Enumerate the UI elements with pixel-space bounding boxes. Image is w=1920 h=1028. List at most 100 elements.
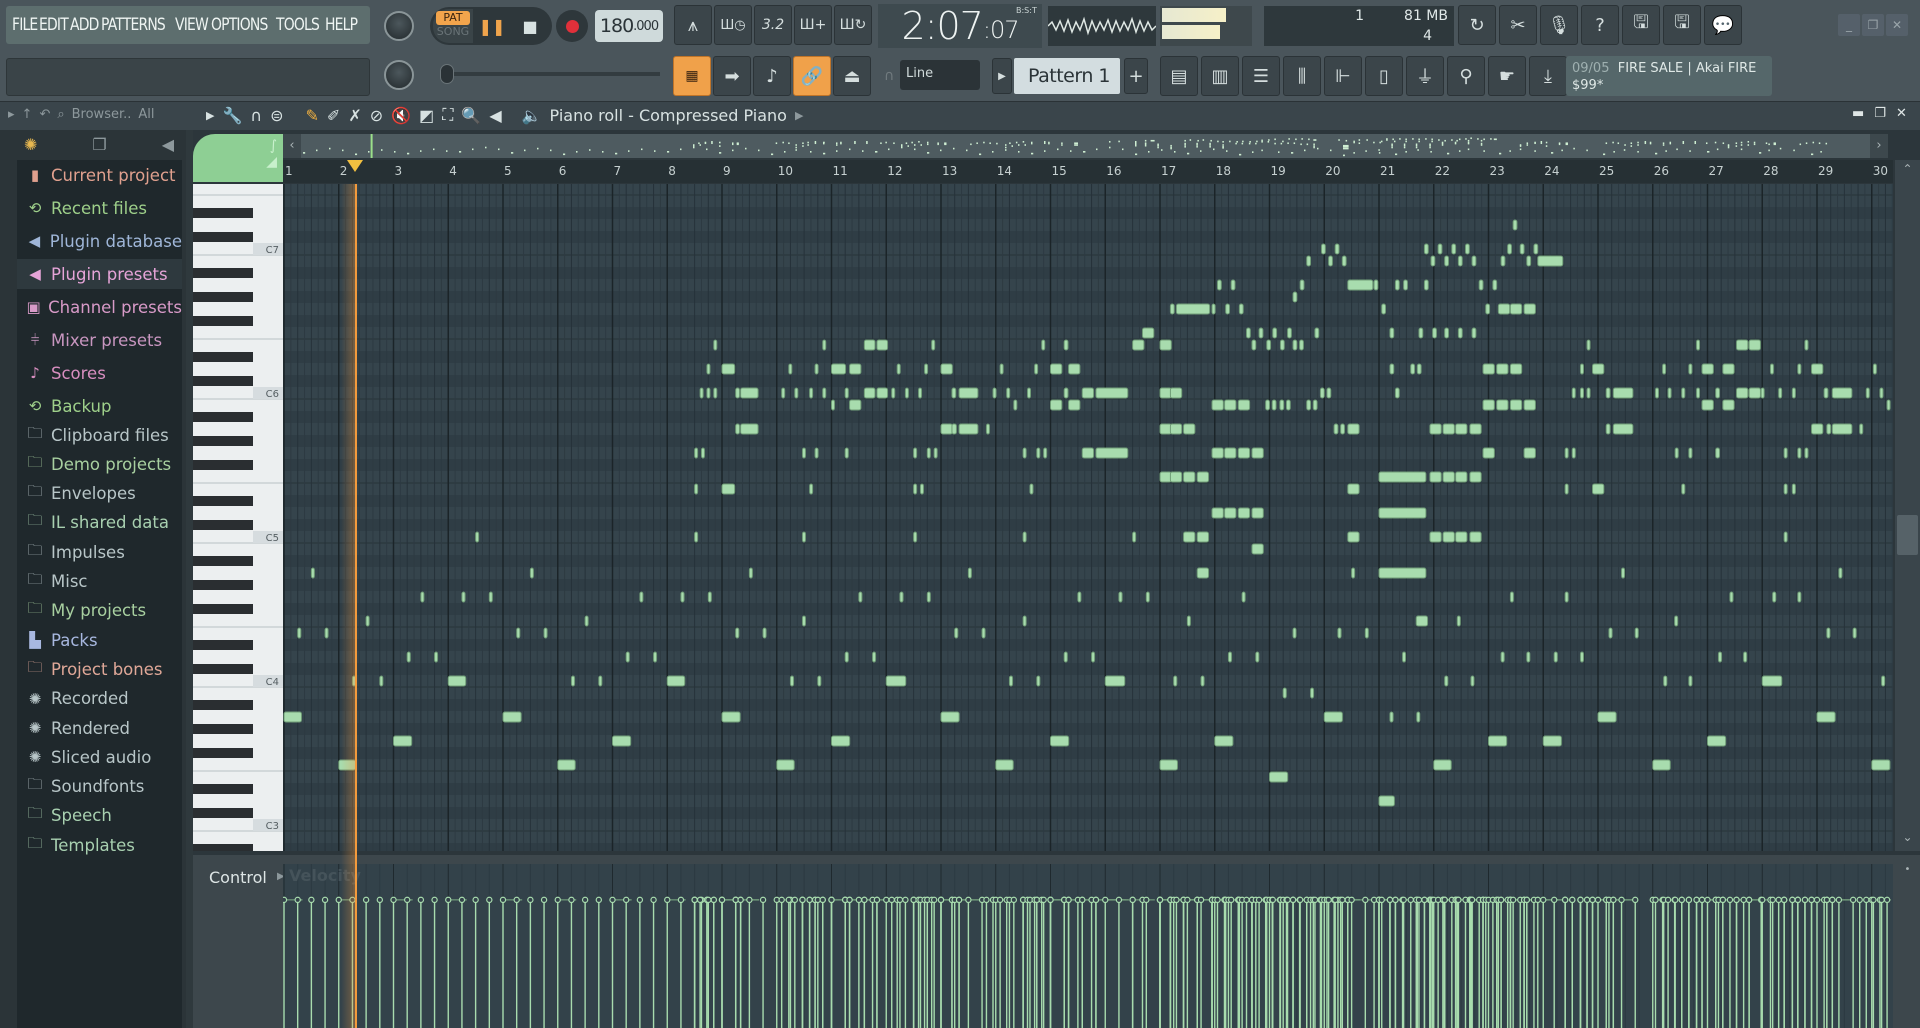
bar-number[interactable]: 15	[1052, 164, 1067, 178]
add-pattern-button[interactable]: +	[1124, 58, 1148, 94]
browser-item[interactable]: ♪ Scores	[17, 358, 182, 388]
menu-tools[interactable]: TOOLS	[276, 15, 320, 35]
piano-keyboard[interactable]: C7 C6 C5 C4 C3	[193, 184, 283, 851]
wait-for-input-button[interactable]: Ш◷	[714, 5, 752, 45]
bar-number[interactable]: 9	[723, 164, 731, 178]
menu-options[interactable]: OPTIONS	[211, 15, 268, 35]
browser-item[interactable]: ◀ Plugin database	[17, 226, 182, 256]
step-edit-button[interactable]: ➡	[713, 56, 751, 96]
velocity-lane[interactable]: Velocity	[283, 864, 1893, 1028]
snap-dropdown[interactable]: Line	[900, 60, 980, 90]
browser-filter[interactable]: All	[138, 107, 154, 122]
piano-roll-button[interactable]: ▥	[1201, 56, 1239, 96]
browser-item[interactable]: ▣ Channel presets	[17, 292, 182, 322]
menu-file[interactable]: FILE	[12, 15, 38, 35]
bar-number[interactable]: 28	[1763, 164, 1778, 178]
blend-notes-button[interactable]: Ш+	[794, 5, 832, 45]
select-icon[interactable]: ⛶	[442, 105, 453, 125]
plug-icon[interactable]: ◀	[162, 135, 174, 154]
chat-button[interactable]: 💬	[1704, 5, 1742, 45]
bar-number[interactable]: 16	[1106, 164, 1121, 178]
bar-number[interactable]: 22	[1435, 164, 1450, 178]
control-label[interactable]: Control	[209, 868, 267, 887]
browser-item[interactable]: ▙ Packs	[17, 625, 182, 655]
plugin-picker-button[interactable]: ⏚	[1406, 56, 1444, 96]
scroll-down-button[interactable]: ⌄	[1898, 830, 1917, 848]
tempo-display[interactable]: 180.000	[595, 10, 663, 42]
pattern-prev-button[interactable]: ▶	[992, 58, 1012, 94]
multilink-button[interactable]: 🔗	[793, 56, 831, 96]
bar-number[interactable]: 20	[1325, 164, 1340, 178]
close-button[interactable]: ✕	[1886, 14, 1908, 36]
stop-button[interactable]: ■	[511, 9, 549, 43]
bar-number[interactable]: 19	[1271, 164, 1286, 178]
master-volume-knob[interactable]	[384, 11, 414, 41]
bar-number[interactable]: 30	[1873, 164, 1888, 178]
bar-number[interactable]: 24	[1544, 164, 1559, 178]
browser-item[interactable]: ◀ Plugin presets	[17, 259, 182, 289]
panel-splitter[interactable]	[186, 130, 193, 1028]
project-info-button[interactable]: ▯	[1365, 56, 1403, 96]
bar-number[interactable]: 13	[942, 164, 957, 178]
bar-number[interactable]: 1	[285, 164, 293, 178]
restore-button[interactable]: ❐	[1862, 14, 1884, 36]
bar-number[interactable]: 10	[778, 164, 793, 178]
browser-item[interactable]: 🗀 Soundfonts	[17, 772, 182, 802]
bar-number[interactable]: 21	[1380, 164, 1395, 178]
curve-icon[interactable]: ∫	[193, 134, 277, 154]
bar-number[interactable]: 14	[997, 164, 1012, 178]
wrench-icon[interactable]: 🔧	[222, 106, 242, 125]
browser-item[interactable]: ✺ Recorded	[17, 684, 182, 714]
browser-item[interactable]: 🗀 Envelopes	[17, 479, 182, 509]
metronome-button[interactable]: ⩚	[674, 5, 712, 45]
bar-number[interactable]: 27	[1709, 164, 1724, 178]
bar-number[interactable]: 18	[1216, 164, 1231, 178]
browser-item[interactable]: ✺ Rendered	[17, 713, 182, 743]
browser-item[interactable]: ⟲ Recent files	[17, 193, 182, 223]
playhead-marker[interactable]	[347, 160, 364, 172]
menu-help[interactable]: HELP	[325, 15, 358, 35]
export-button[interactable]: 🖫	[1663, 5, 1701, 45]
browser-menu-arrow[interactable]: ▸	[8, 107, 15, 122]
browser-item[interactable]: ⟲ Backup	[17, 391, 182, 421]
song-mode[interactable]: SONG	[433, 25, 473, 39]
bar-number[interactable]: 11	[833, 164, 848, 178]
undo-button[interactable]: ↻	[1458, 5, 1496, 45]
vertical-scrollbar[interactable]: ⌃ ⌄	[1895, 160, 1920, 851]
overview-strip[interactable]: ‹ ›	[283, 134, 1888, 158]
record-audio-button[interactable]: 🎙	[1540, 5, 1578, 45]
menu-view[interactable]: VIEW	[175, 15, 209, 35]
up-arrow-icon[interactable]: ↑	[22, 107, 33, 122]
pattern-selector[interactable]: Pattern 1	[1014, 58, 1120, 94]
magnet-icon[interactable]: ∩	[250, 106, 262, 125]
menu-add[interactable]: ADD	[70, 15, 99, 35]
controller-button[interactable]: ⏏	[833, 56, 871, 96]
scroll-left-button[interactable]: ‹	[283, 134, 301, 158]
slide-button[interactable]: ♪	[753, 56, 791, 96]
pencil-icon[interactable]: ✎	[306, 106, 319, 125]
channel-rack-button[interactable]: ☰	[1242, 56, 1280, 96]
scroll-up-button[interactable]: ⌃	[1898, 162, 1917, 180]
bar-number[interactable]: 17	[1161, 164, 1176, 178]
mute-speaker-icon[interactable]: 🔇	[391, 106, 411, 125]
menu-patterns[interactable]: PATTERNS	[101, 15, 166, 35]
timeline-ruler[interactable]: 1 2 3 4 5 6 7 8 9 10 11 12 13 14 15 16 17 18 19 20 21 22 23 24 2…	[283, 160, 1893, 183]
position-handle[interactable]	[440, 64, 454, 84]
master-pitch-knob[interactable]	[384, 60, 414, 90]
slice-icon[interactable]: ◩	[419, 106, 434, 125]
song-position-slider[interactable]	[440, 64, 660, 84]
browser-item[interactable]: 🗀 Clipboard files	[17, 420, 182, 450]
search-icon[interactable]: ⌕	[57, 107, 64, 122]
scroll-thumb[interactable]	[1897, 515, 1918, 555]
touch-keyboard-button[interactable]: ☛	[1488, 56, 1526, 96]
triangle-icon[interactable]: ◢	[193, 154, 277, 170]
zoom-icon[interactable]: 🔍	[461, 106, 481, 125]
browser-item[interactable]: ✺ Sliced audio	[17, 742, 182, 772]
download-button[interactable]: ⤓	[1529, 56, 1567, 96]
title-arrow-icon[interactable]: ▶	[795, 109, 803, 122]
pat-mode[interactable]: PAT	[436, 11, 470, 25]
bar-number[interactable]: 23	[1490, 164, 1505, 178]
pat-song-toggle[interactable]: PAT SONG	[433, 9, 473, 43]
bar-number[interactable]: 5	[504, 164, 512, 178]
bar-number[interactable]: 25	[1599, 164, 1614, 178]
